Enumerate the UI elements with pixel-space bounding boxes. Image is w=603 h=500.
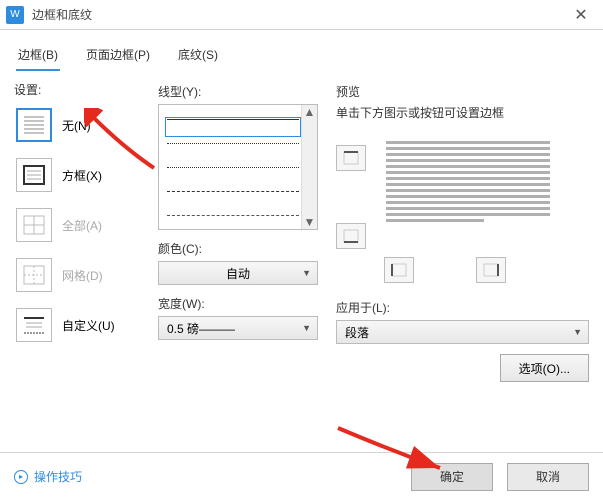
border-right-toggle[interactable] xyxy=(476,257,506,283)
setting-all[interactable]: 全部(A) xyxy=(14,204,154,246)
list-scrollbar[interactable]: ▲▼ xyxy=(301,105,317,229)
box-icon xyxy=(16,158,52,192)
close-button[interactable]: ✕ xyxy=(559,0,603,30)
ok-button[interactable]: 确定 xyxy=(411,463,493,491)
setting-box-label: 方框(X) xyxy=(62,167,102,184)
setting-none-label: 无(N) xyxy=(62,117,91,134)
color-label: 颜色(C): xyxy=(158,240,318,257)
style-dense-dot[interactable] xyxy=(167,167,299,183)
options-button[interactable]: 选项(O)... xyxy=(500,354,589,382)
tab-strip: 边框(B) 页面边框(P) 底纹(S) xyxy=(0,30,603,71)
all-icon xyxy=(16,208,52,242)
dialog-footer: ▸ 操作技巧 确定 取消 xyxy=(0,452,603,500)
apply-to-value: 段落 xyxy=(345,324,369,341)
grid-icon xyxy=(16,258,52,292)
width-combo[interactable]: 0.5 磅——— ▼ xyxy=(158,316,318,340)
cancel-button[interactable]: 取消 xyxy=(507,463,589,491)
style-solid[interactable] xyxy=(167,119,299,135)
setting-custom[interactable]: 自定义(U) xyxy=(14,304,154,346)
width-value: 0.5 磅——— xyxy=(167,320,235,337)
scroll-down-icon[interactable]: ▼ xyxy=(304,215,316,229)
color-value: 自动 xyxy=(226,265,250,282)
setting-custom-label: 自定义(U) xyxy=(62,317,115,334)
preview-header: 预览 xyxy=(336,83,589,100)
border-top-toggle[interactable] xyxy=(336,145,366,171)
chevron-down-icon: ▼ xyxy=(302,268,311,278)
settings-header: 设置: xyxy=(14,81,154,98)
setting-box[interactable]: 方框(X) xyxy=(14,154,154,196)
setting-grid[interactable]: 网格(D) xyxy=(14,254,154,296)
play-icon: ▸ xyxy=(14,470,28,484)
color-combo[interactable]: 自动 ▼ xyxy=(158,261,318,285)
setting-grid-label: 网格(D) xyxy=(62,267,103,284)
width-label: 宽度(W): xyxy=(158,295,318,312)
apply-to-label: 应用于(L): xyxy=(336,299,589,316)
tab-page-border[interactable]: 页面边框(P) xyxy=(84,42,152,71)
line-style-label: 线型(Y): xyxy=(158,83,318,100)
border-bottom-toggle[interactable] xyxy=(336,223,366,249)
apply-to-combo[interactable]: 段落 ▼ xyxy=(336,320,589,344)
scroll-up-icon[interactable]: ▲ xyxy=(304,105,316,119)
setting-none[interactable]: 无(N) xyxy=(14,104,154,146)
tab-border[interactable]: 边框(B) xyxy=(16,42,60,71)
preview-hint: 单击下方图示或按钮可设置边框 xyxy=(336,104,589,121)
style-dotted[interactable] xyxy=(167,143,299,159)
app-icon: W xyxy=(6,6,24,24)
line-style-list[interactable]: ▲▼ xyxy=(158,104,318,230)
none-icon xyxy=(16,108,52,142)
tab-shading[interactable]: 底纹(S) xyxy=(176,42,220,71)
custom-icon xyxy=(16,308,52,342)
border-left-toggle[interactable] xyxy=(384,257,414,283)
setting-all-label: 全部(A) xyxy=(62,217,102,234)
preview-canvas[interactable] xyxy=(382,137,554,233)
chevron-down-icon: ▼ xyxy=(302,323,311,333)
window-title: 边框和底纹 xyxy=(32,6,559,23)
style-dashdot[interactable] xyxy=(167,215,299,231)
chevron-down-icon: ▼ xyxy=(573,327,582,337)
tips-label: 操作技巧 xyxy=(34,468,82,485)
tips-link[interactable]: ▸ 操作技巧 xyxy=(14,468,82,485)
style-dashed[interactable] xyxy=(167,191,299,207)
title-bar: W 边框和底纹 ✕ xyxy=(0,0,603,30)
